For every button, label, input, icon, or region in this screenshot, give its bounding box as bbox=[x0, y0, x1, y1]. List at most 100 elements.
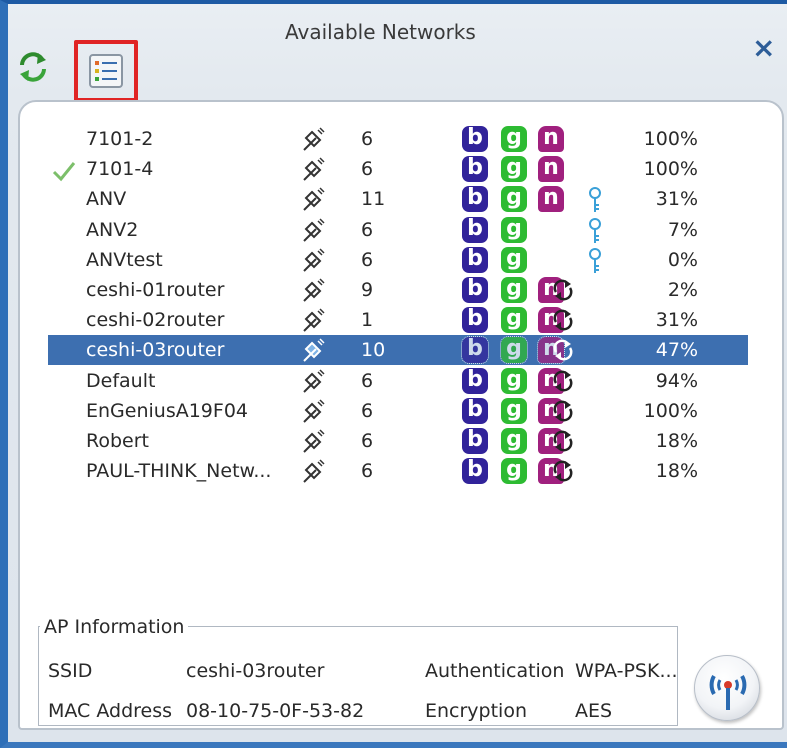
mode-g-icon: g bbox=[501, 156, 527, 183]
network-row[interactable]: EnGeniusA19F04 6 b g n 100% bbox=[48, 396, 748, 426]
network-row[interactable]: ceshi-01router 9 b g n 2% bbox=[48, 275, 748, 305]
wireless-signal-icon bbox=[709, 675, 747, 710]
mode-b-icon: b bbox=[462, 428, 488, 454]
network-ssid: ANV2 bbox=[86, 218, 139, 241]
key-icon bbox=[584, 186, 606, 214]
mode-b-icon: b bbox=[462, 186, 488, 213]
network-row[interactable]: ANV2 6 b g 7% bbox=[48, 215, 748, 245]
key-icon bbox=[584, 247, 606, 275]
network-row[interactable]: Default 6 b g n 94% bbox=[48, 366, 748, 396]
mode-b-icon: b bbox=[462, 126, 488, 152]
network-ssid: ceshi-01router bbox=[86, 279, 225, 301]
network-channel: 6 bbox=[361, 248, 374, 271]
encryption-label: Encryption bbox=[425, 700, 528, 722]
signal-button[interactable] bbox=[694, 655, 760, 721]
network-row[interactable]: PAUL-THINK_Netw... 6 b g n 18% bbox=[48, 456, 748, 486]
mode-b-icon: b bbox=[462, 156, 488, 183]
antenna-icon bbox=[300, 398, 326, 424]
mode-g-icon: g bbox=[501, 397, 527, 424]
network-channel: 1 bbox=[361, 309, 374, 332]
network-channel: 6 bbox=[361, 399, 374, 422]
mode-b-icon: b bbox=[461, 336, 489, 365]
network-signal-strength: 100% bbox=[643, 128, 698, 150]
ap-information-legend: AP Information bbox=[40, 616, 189, 638]
network-ssid: ceshi-03router bbox=[86, 339, 225, 362]
network-channel: 11 bbox=[361, 188, 386, 211]
mode-g-icon: g bbox=[501, 428, 527, 454]
network-signal-strength: 18% bbox=[655, 430, 698, 452]
network-signal-strength: 100% bbox=[643, 158, 698, 181]
network-ssid: Default bbox=[86, 369, 156, 392]
window-title: Available Networks bbox=[285, 20, 476, 44]
antenna-icon bbox=[300, 428, 326, 454]
network-ssid: ANVtest bbox=[86, 248, 163, 271]
antenna-icon bbox=[300, 126, 326, 152]
mode-g-icon: g bbox=[501, 367, 527, 394]
network-signal-strength: 0% bbox=[667, 248, 698, 271]
refresh-icon bbox=[20, 52, 46, 82]
network-signal-strength: 2% bbox=[667, 279, 698, 301]
antenna-icon bbox=[300, 217, 326, 243]
mode-g-icon: g bbox=[500, 336, 528, 365]
key-icon bbox=[584, 217, 606, 245]
network-signal-strength: 31% bbox=[655, 188, 698, 211]
network-signal-strength: 94% bbox=[655, 369, 698, 392]
ssid-value: ceshi-03router bbox=[186, 660, 325, 682]
network-signal-strength: 47% bbox=[655, 339, 698, 362]
mode-n-icon: n bbox=[538, 156, 564, 183]
authentication-label: Authentication bbox=[425, 660, 565, 682]
list-view-button[interactable] bbox=[74, 40, 138, 102]
mode-g-icon: g bbox=[501, 126, 527, 152]
network-ssid: PAUL-THINK_Netw... bbox=[86, 460, 272, 483]
network-row[interactable]: ceshi-02router 1 b g n 31% bbox=[48, 305, 748, 335]
network-ssid: EnGeniusA19F04 bbox=[86, 399, 249, 422]
mode-b-icon: b bbox=[462, 367, 488, 394]
mode-g-icon: g bbox=[501, 307, 527, 334]
wps-icon bbox=[551, 399, 575, 423]
network-ssid: Robert bbox=[86, 430, 149, 452]
mode-b-icon: b bbox=[462, 307, 488, 334]
encryption-value: AES bbox=[575, 700, 613, 722]
mode-b-icon: b bbox=[462, 397, 488, 424]
mode-g-icon: g bbox=[501, 246, 527, 273]
network-row[interactable]: ANV 11 b g n 31% bbox=[48, 184, 748, 214]
network-channel: 6 bbox=[361, 218, 374, 241]
list-view-icon bbox=[89, 54, 123, 88]
wps-icon bbox=[551, 278, 575, 302]
antenna-icon bbox=[300, 368, 326, 394]
network-row[interactable]: 7101-2 6 b g n 100% bbox=[48, 124, 748, 154]
network-row[interactable]: 7101-4 6 b g n 100% bbox=[48, 154, 748, 184]
network-channel: 6 bbox=[361, 460, 374, 483]
mac-address-value: 08-10-75-0F-53-82 bbox=[186, 700, 365, 722]
mode-g-icon: g bbox=[501, 216, 527, 243]
antenna-icon bbox=[300, 247, 326, 273]
wps-icon bbox=[551, 459, 575, 483]
antenna-icon bbox=[300, 337, 326, 363]
network-signal-strength: 31% bbox=[655, 309, 698, 332]
ssid-label: SSID bbox=[48, 660, 93, 682]
network-channel: 10 bbox=[361, 339, 386, 362]
refresh-button[interactable] bbox=[16, 50, 50, 84]
mode-n-icon: n bbox=[538, 186, 564, 213]
network-signal-strength: 7% bbox=[667, 218, 698, 241]
network-ssid: ceshi-02router bbox=[86, 309, 225, 332]
network-row[interactable]: Robert 6 b g n 18% bbox=[48, 426, 748, 456]
network-row[interactable]: ceshi-03router 10 b g n 47% bbox=[48, 335, 748, 366]
antenna-icon bbox=[300, 186, 326, 212]
mode-g-icon: g bbox=[501, 186, 527, 213]
mac-address-label: MAC Address bbox=[48, 700, 173, 722]
close-button[interactable]: × bbox=[752, 34, 775, 62]
antenna-icon bbox=[300, 458, 326, 484]
network-row[interactable]: ANVtest 6 b g 0% bbox=[48, 245, 748, 275]
wps-icon bbox=[551, 369, 575, 393]
network-channel: 6 bbox=[361, 369, 374, 392]
mode-g-icon: g bbox=[501, 458, 527, 485]
network-ssid: ANV bbox=[86, 188, 127, 211]
network-channel: 6 bbox=[361, 128, 374, 150]
antenna-icon bbox=[300, 277, 326, 303]
mode-b-icon: b bbox=[462, 246, 488, 273]
network-signal-strength: 18% bbox=[655, 460, 698, 483]
mode-g-icon: g bbox=[501, 277, 527, 303]
wps-icon bbox=[551, 429, 575, 453]
mode-b-icon: b bbox=[462, 277, 488, 303]
